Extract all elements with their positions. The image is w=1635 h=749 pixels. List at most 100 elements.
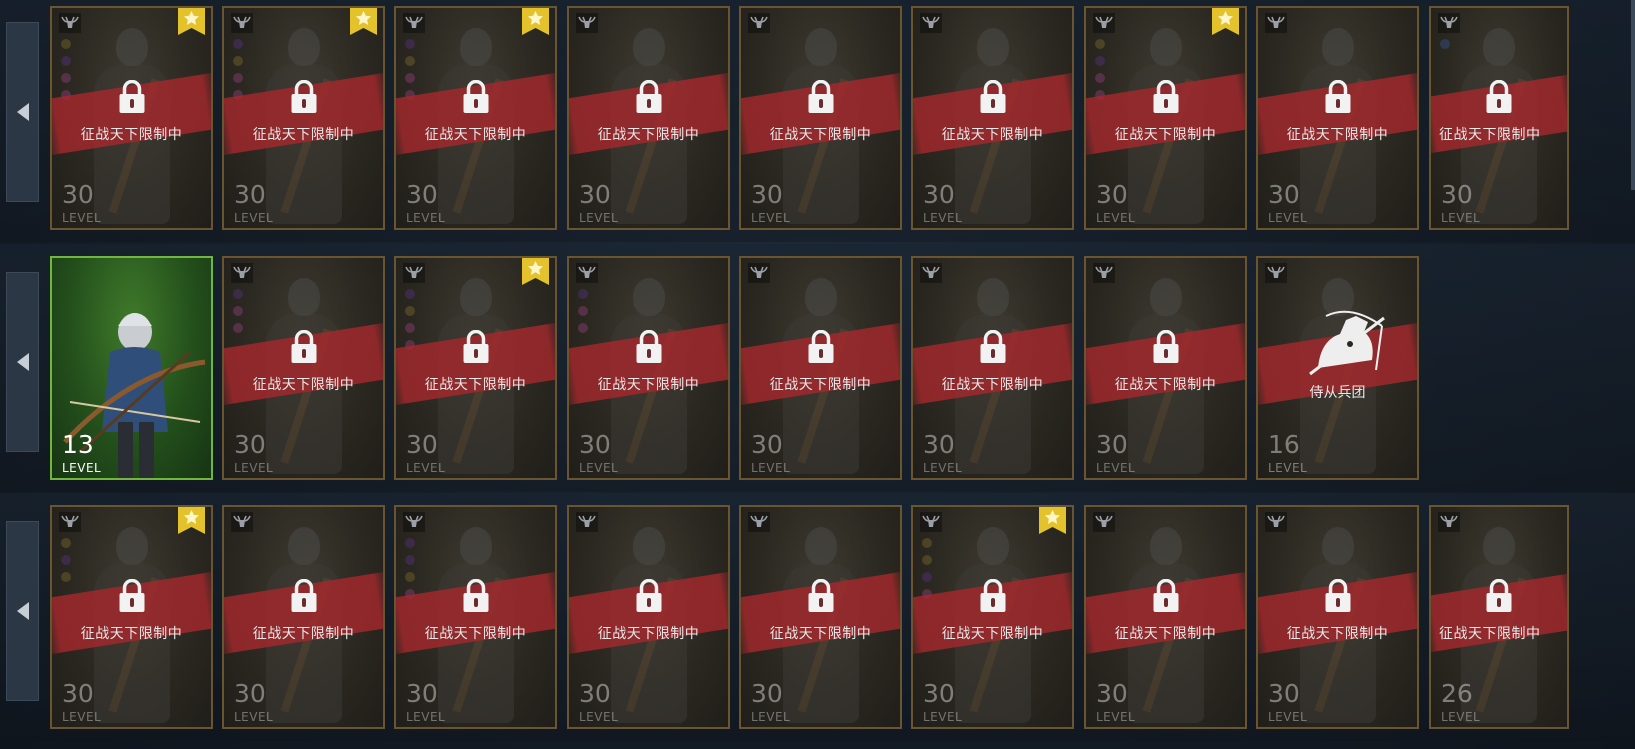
troop-card[interactable]: 征战天下限制中 30 LEVEL (50, 505, 213, 729)
row-scroll-left-button[interactable] (6, 22, 39, 202)
bull-emblem-icon (59, 13, 81, 33)
troop-card[interactable]: 征战天下限制中 30 LEVEL (1084, 256, 1247, 480)
restriction-label: 征战天下限制中 (941, 127, 1044, 143)
bull-emblem-icon (231, 512, 253, 532)
level-number: 30 (1441, 180, 1473, 209)
level-label: LEVEL (62, 211, 102, 225)
trait-dot (405, 323, 415, 333)
trait-dot (233, 39, 243, 49)
level-number: 30 (1096, 430, 1128, 459)
trait-dot (1095, 39, 1105, 49)
restriction-label: 征战天下限制中 (941, 377, 1044, 393)
restriction-label: 征战天下限制中 (424, 127, 527, 143)
left-arrow-icon (16, 602, 29, 620)
level-label: LEVEL (751, 710, 791, 724)
level-number: 30 (923, 430, 955, 459)
troop-card[interactable]: 征战天下限制中 30 LEVEL (911, 6, 1074, 230)
troop-card[interactable]: 征战天下限制中 30 LEVEL (567, 256, 730, 480)
bull-emblem-icon (1265, 512, 1287, 532)
troop-row: 征战天下限制中 30 LEVEL 征战天下限制中 30 LEVEL 征战天下限制中 30 LEV… (0, 0, 1635, 242)
troop-card[interactable]: 征战天下限制中 30 LEVEL (394, 505, 557, 729)
lock-icon (807, 79, 834, 114)
level-number: 30 (62, 180, 94, 209)
lock-icon (462, 578, 489, 613)
restriction-label: 征战天下限制中 (80, 127, 183, 143)
level-label: LEVEL (62, 710, 102, 724)
restriction-label: 征战天下限制中 (1439, 127, 1541, 143)
trait-dot (61, 555, 71, 565)
troop-card[interactable]: 征战天下限制中 30 LEVEL (1084, 505, 1247, 729)
level-number: 30 (923, 679, 955, 708)
trait-dot (61, 538, 71, 548)
row-scroll-left-button[interactable] (6, 272, 39, 452)
trait-dot (578, 323, 588, 333)
troop-card[interactable]: 征战天下限制中 30 LEVEL (739, 505, 902, 729)
lock-icon (118, 79, 145, 114)
trait-dot (1095, 73, 1105, 83)
troop-card[interactable]: 征战天下限制中 30 LEVEL (1256, 6, 1419, 230)
trait-dot (233, 306, 243, 316)
level-label: LEVEL (579, 211, 619, 225)
lock-icon (1152, 329, 1179, 364)
bull-emblem-icon (403, 512, 425, 532)
troop-card[interactable]: 征战天下限制中 30 LEVEL (1084, 6, 1247, 230)
level-number: 30 (923, 180, 955, 209)
level-label: LEVEL (1441, 211, 1481, 225)
level-number: 30 (1096, 180, 1128, 209)
level-number: 26 (1441, 679, 1473, 708)
level-label: LEVEL (1268, 461, 1308, 475)
troop-card[interactable]: 征战天下限制中 30 LEVEL (222, 256, 385, 480)
restriction-label: 征战天下限制中 (1286, 626, 1389, 642)
knight-horse-icon (1306, 308, 1388, 378)
lock-icon (1324, 578, 1351, 613)
level-number: 30 (234, 430, 266, 459)
troop-card[interactable]: 征战天下限制中 30 LEVEL (911, 256, 1074, 480)
trait-dot (61, 73, 71, 83)
troop-card[interactable]: 征战天下限制中 30 LEVEL (1429, 6, 1569, 230)
trait-dots (233, 289, 243, 340)
star-banner-icon (1212, 8, 1239, 35)
troop-card[interactable]: 征战天下限制中 30 LEVEL (567, 505, 730, 729)
restriction-label: 征战天下限制中 (597, 377, 700, 393)
lock-icon (635, 79, 662, 114)
restriction-label: 征战天下限制中 (252, 626, 355, 642)
bull-emblem-icon (576, 512, 598, 532)
troop-card[interactable]: 征战天下限制中 26 LEVEL (1429, 505, 1569, 729)
lock-icon (462, 79, 489, 114)
troop-card[interactable]: 征战天下限制中 30 LEVEL (739, 256, 902, 480)
lock-icon (290, 79, 317, 114)
troop-card[interactable]: 侍从兵团 16 LEVEL (1256, 256, 1419, 480)
troop-card[interactable]: 征战天下限制中 30 LEVEL (911, 505, 1074, 729)
troop-card[interactable]: 征战天下限制中 30 LEVEL (50, 6, 213, 230)
troop-row: 征战天下限制中 30 LEVEL 征战天下限制中 30 LEVEL 征战天下限制中 30 LEV… (0, 493, 1635, 741)
troop-card[interactable]: 征战天下限制中 30 LEVEL (222, 6, 385, 230)
trait-dot (922, 572, 932, 582)
level-label: LEVEL (1268, 211, 1308, 225)
row-scroll-left-button[interactable] (6, 521, 39, 701)
lock-icon (462, 329, 489, 364)
trait-dot (405, 572, 415, 582)
level-number: 16 (1268, 430, 1300, 459)
troop-card[interactable]: 征战天下限制中 30 LEVEL (394, 6, 557, 230)
trait-dot (405, 289, 415, 299)
troop-card[interactable]: 13 LEVEL (50, 256, 213, 480)
trait-dot (1440, 39, 1450, 49)
lock-icon (1324, 79, 1351, 114)
restriction-label: 征战天下限制中 (941, 626, 1044, 642)
troop-card[interactable]: 征战天下限制中 30 LEVEL (394, 256, 557, 480)
scrollbar-thumb[interactable] (1631, 0, 1635, 190)
bull-emblem-icon (576, 263, 598, 283)
star-banner-icon (522, 258, 549, 285)
restriction-label: 征战天下限制中 (424, 377, 527, 393)
troop-card[interactable]: 征战天下限制中 30 LEVEL (739, 6, 902, 230)
trait-dot (233, 56, 243, 66)
bull-emblem-icon (1093, 13, 1115, 33)
level-number: 30 (62, 679, 94, 708)
restriction-label: 征战天下限制中 (769, 377, 872, 393)
troop-card[interactable]: 征战天下限制中 30 LEVEL (567, 6, 730, 230)
troop-card[interactable]: 征战天下限制中 30 LEVEL (1256, 505, 1419, 729)
star-banner-icon (178, 507, 205, 534)
troop-card[interactable]: 征战天下限制中 30 LEVEL (222, 505, 385, 729)
lock-icon (290, 578, 317, 613)
trait-dot (405, 538, 415, 548)
